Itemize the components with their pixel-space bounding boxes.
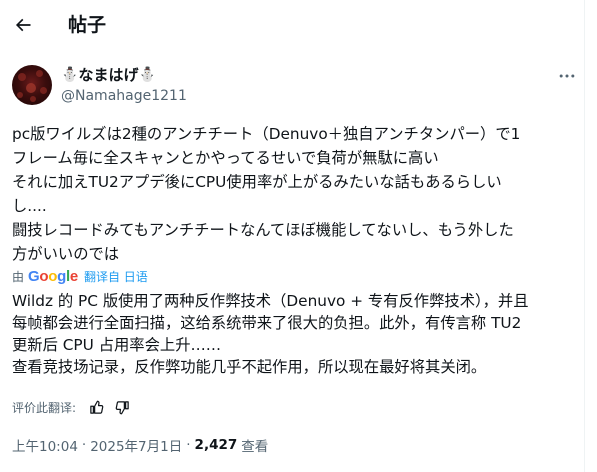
views-label: 查看: [241, 439, 269, 455]
rate-label: 评价此翻译:: [12, 400, 77, 415]
tweet-date[interactable]: 2025年7月1日: [90, 435, 182, 455]
tweet-meta: 上午10:04 · 2025年7月1日 · 2,427 查看: [12, 435, 268, 455]
more-horizontal-icon: [559, 74, 575, 78]
separator: ·: [186, 437, 191, 453]
tweet-line: フレーム毎に全スキャンとかやってるせいで負荷が無駄に高い: [12, 149, 439, 167]
translation-attribution: 由 Google 翻译自 日语: [12, 266, 148, 286]
tweet-time[interactable]: 上午10:04: [12, 435, 78, 455]
page-title: 帖子: [68, 14, 107, 36]
tweet-text: pc版ワイルズは2種のアンチチート（Denuvo＋独自アンチタンパー）で1 フレ…: [12, 122, 578, 266]
thumbs-up-button[interactable]: [86, 397, 106, 417]
post-page: 帖子 ⛄ なまはげ ⛄ @Namahage1211 pc版ワイルズは2種のアンチ…: [0, 0, 585, 472]
back-button[interactable]: [6, 8, 40, 42]
translated-text: Wildz 的 PC 版使用了两种反作弊技术（Denuvo + 专有反作弊技术）…: [12, 290, 582, 378]
tweet-line: pc版ワイルズは2種のアンチチート（Denuvo＋独自アンチタンパー）で1: [12, 125, 521, 143]
user-handle[interactable]: @Namahage1211: [61, 86, 187, 106]
display-name-text: なまはげ: [78, 66, 139, 84]
tweet-line: それに加えTU2アプデ後にCPU使用率が上がるみたいな話もあるらしい: [12, 173, 502, 191]
thumbs-down-icon: [115, 400, 129, 414]
tweet-line: 闘技レコードみてもアンチチートなんてほぼ機能してないし、もう外した: [12, 221, 514, 239]
thumbs-up-icon: [89, 400, 103, 414]
translated-line: 每帧都会进行全面扫描，这给系统带来了很大的负担。此外，有传言称 TU2: [12, 314, 522, 332]
thumbs-down-button[interactable]: [112, 397, 132, 417]
page-header: 帖子: [0, 0, 585, 52]
separator: ·: [81, 437, 87, 453]
rate-translation: 评价此翻译:: [12, 397, 132, 417]
translated-line: Wildz 的 PC 版使用了两种反作弊技术（Denuvo + 专有反作弊技术）…: [12, 292, 529, 310]
translated-from-link[interactable]: 翻译自 日语: [84, 268, 148, 285]
author-info: ⛄ なまはげ ⛄ @Namahage1211: [61, 65, 187, 106]
tweet-line: し....: [12, 197, 47, 215]
translated-line: 查看竞技场记录，反作弊功能几乎不起作用，所以现在最好将其关闭。: [12, 358, 487, 376]
views-count: 2,427: [194, 437, 238, 453]
tweet-line: 方がいいのでは: [12, 245, 120, 263]
google-logo: Google: [28, 267, 78, 285]
snowman-icon: ⛄: [61, 67, 79, 83]
arrow-left-icon: [15, 18, 31, 32]
avatar[interactable]: [12, 65, 52, 105]
translated-line: 更新后 CPU 占用率会上升……: [12, 336, 222, 354]
more-options-button[interactable]: [553, 64, 581, 88]
by-label: 由: [12, 269, 25, 284]
display-name[interactable]: ⛄ なまはげ ⛄: [61, 65, 187, 85]
snowman-icon: ⛄: [138, 67, 156, 83]
